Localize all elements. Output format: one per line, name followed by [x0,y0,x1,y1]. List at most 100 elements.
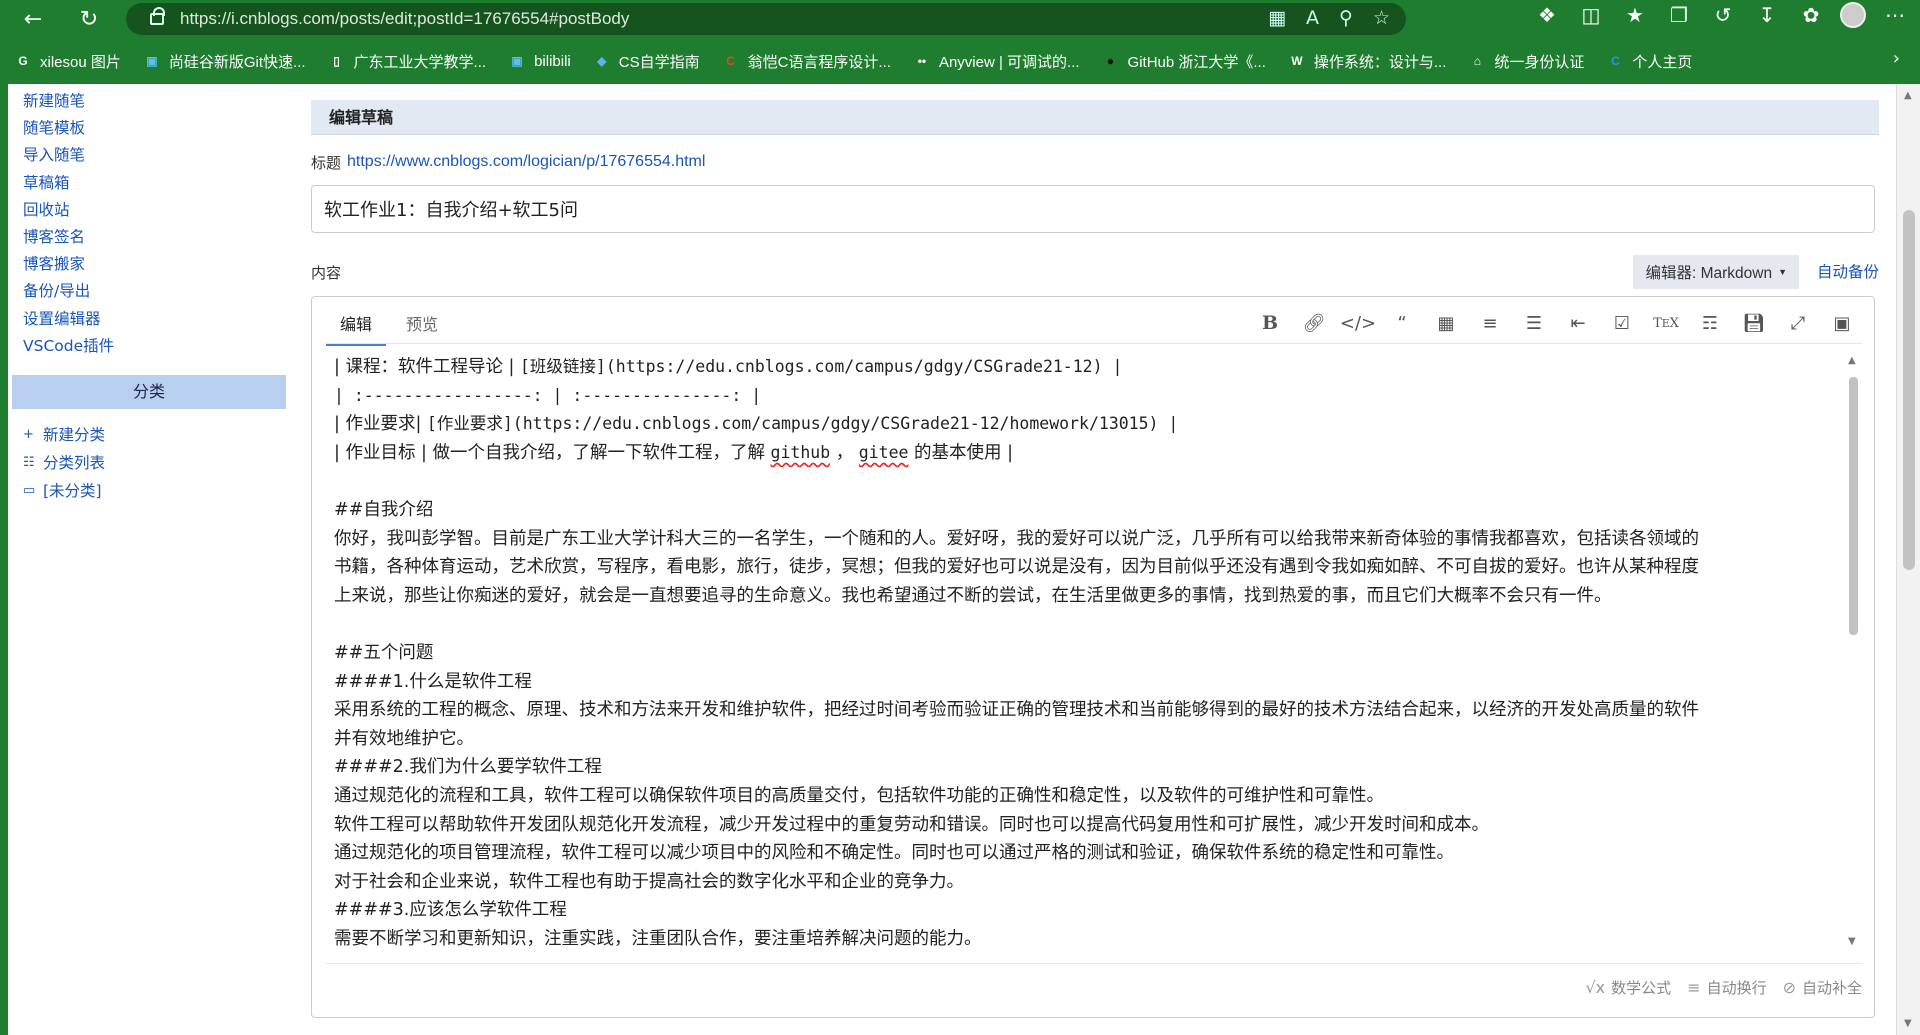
numbered-list-icon[interactable]: ☰ [1512,309,1556,337]
editor-textarea[interactable]: | 课程：软件工程导论 | [班级链接](https://edu.cnblogs… [334,353,1824,951]
favorites-icon[interactable]: ★ [1620,3,1650,27]
autocomplete-toggle[interactable]: ⊘ 自动补全 [1783,977,1862,998]
category-item-label: 分类列表 [43,453,106,472]
split-screen-icon[interactable]: ◫ [1576,3,1606,27]
bookmark-item[interactable]: C 个人主页 [1606,51,1692,72]
c-swirl-icon: C [1611,54,1620,68]
address-bar[interactable]: https://i.cnblogs.com/posts/edit;postId=… [126,3,1406,35]
title-input[interactable]: 软工作业1：自我介绍+软工5问 [311,185,1875,233]
list-icon: ☷ [23,454,35,470]
content-row: 内容 编辑器: Markdown ▼ 自动备份 [311,255,1879,289]
sidebar-item[interactable]: 草稿箱 [12,170,286,197]
c-logo-icon: C [726,54,735,68]
scroll-up-icon[interactable]: ▲ [1848,355,1856,366]
title-input-value: 软工作业1：自我介绍+软工5问 [324,200,578,221]
apps-icon[interactable]: ▦ [1268,7,1286,29]
collections-icon[interactable]: ❐ [1664,3,1694,27]
cube-icon: ◆ [597,54,607,68]
category-header: 分类 [12,374,286,409]
text-line: 你好，我叫彭学智。目前是广东工业大学计科大三的一名学生，一个随和的人。爱好呀，我… [334,528,1699,549]
post-link[interactable]: https://www.cnblogs.com/logician/p/17676… [347,153,705,171]
table-icon[interactable]: ▦ [1424,309,1468,337]
indent-icon[interactable]: ⇤ [1556,309,1600,337]
bookmark-item[interactable]: W 操作系统：设计与... [1288,51,1446,72]
image-icon[interactable]: ▣ [1820,309,1864,337]
text-line: | :-----------------: | :---------------… [334,385,762,405]
checkbox-icon[interactable]: ☑ [1600,309,1644,337]
sidebar-item[interactable]: 备份/导出 [12,278,286,305]
scroll-down-icon[interactable]: ▼ [1904,1018,1912,1029]
favorite-star-icon[interactable]: ☆ [1373,7,1390,29]
category-item[interactable]: + 新建分类 [12,421,286,449]
extensions-icon[interactable]: ❖ [1532,3,1562,27]
link-icon[interactable]: 🔗︎ [1292,309,1336,337]
code-icon[interactable]: </> [1336,309,1380,337]
category-item[interactable]: ▭ [未分类] [12,477,286,505]
text-line: ####2.我们为什么要学软件工程 [334,757,602,778]
sidebar-item[interactable]: 回收站 [12,197,286,224]
word-wrap-toggle[interactable]: ≡ 自动换行 [1687,977,1766,998]
bookmark-label: bilibili [534,52,571,70]
tab-preview[interactable]: 预览 [392,307,452,346]
auto-backup-link[interactable]: 自动备份 [1817,255,1879,289]
dots-icon: •• [917,54,927,68]
bookmark-item[interactable]: ▣ bilibili [508,52,571,70]
bold-icon[interactable]: B [1248,309,1292,337]
history-icon[interactable]: ↺ [1708,3,1738,27]
sidebar-item[interactable]: 博客签名 [12,224,286,251]
performance-icon[interactable]: ✿ [1796,3,1826,27]
bilibili-tv-icon: ▣ [146,54,158,68]
text-line: 对于社会和企业来说，软件工程也有助于提高社会的数字化水平和企业的竞争力。 [334,871,964,892]
zoom-icon[interactable]: ⚲ [1339,7,1353,29]
avatar[interactable] [1840,2,1866,28]
scroll-thumb[interactable] [1903,210,1915,570]
back-arrow-icon[interactable]: ← [16,2,50,36]
autocomplete-off-icon: ⊘ [1782,978,1796,997]
text-line: 采用系统的工程的概念、原理、技术和方法来开发和维护软件，把经过时间考验而验证正确… [334,700,1699,721]
sidebar-item[interactable]: 博客搬家 [12,251,286,278]
bookmark-label: xilesou 图片 [40,53,121,71]
bookmark-item[interactable]: ● GitHub 浙江大学《... [1102,51,1266,72]
bookmark-item[interactable]: ⌂ 统一身份认证 [1468,51,1585,72]
editor-scrollbar[interactable]: ▲ ▼ [1846,355,1860,947]
quote-icon[interactable]: “ [1380,309,1424,337]
refresh-icon[interactable]: ↻ [72,2,106,36]
more-menu-icon[interactable]: ⋯ [1880,3,1910,27]
bookmark-item[interactable]: ▯ 广东工业大学教学... [328,51,486,72]
scroll-down-icon[interactable]: ▼ [1848,936,1856,947]
bookmark-item[interactable]: Gxilesou 图片 [14,51,121,72]
caret-down-icon: ▼ [1778,267,1787,277]
math-formula-toggle[interactable]: √x 数学公式 [1585,977,1671,998]
toc-icon[interactable]: ☶ [1688,309,1732,337]
sidebar-item[interactable]: 设置编辑器 [12,306,286,333]
sidebar-item[interactable]: 新建随笔 [12,88,286,115]
scroll-thumb[interactable] [1849,377,1858,635]
text-line: ##自我介绍 [334,499,434,520]
category-item-label: 新建分类 [43,425,106,444]
scroll-up-icon[interactable]: ▲ [1904,90,1912,101]
bookmark-item[interactable]: C 翁恺C语言程序设计... [722,51,891,72]
download-icon[interactable]: ↧ [1752,3,1782,27]
document-icon: ▯ [333,54,340,68]
editor-toolbar: B 🔗︎ </> “ ▦ ≡ ☰ ⇤ ☑ TEX ☶ 💾︎ ⤢ ▣ [1248,309,1864,337]
address-url: https://i.cnblogs.com/posts/edit;postId=… [180,9,630,28]
chevron-right-icon[interactable]: › [1893,48,1900,69]
page-scrollbar[interactable]: ▲ ▼ [1896,84,1920,1035]
window-frame [0,84,8,1035]
bookmark-item[interactable]: ◆ CS自学指南 [593,51,699,72]
bookmark-item[interactable]: ▣ 尚硅谷新版Git快速... [143,51,305,72]
read-aloud-icon[interactable]: A [1306,7,1319,29]
sidebar-item[interactable]: 导入随笔 [12,142,286,169]
category-item[interactable]: ☷ 分类列表 [12,449,286,477]
save-icon[interactable]: 💾︎ [1732,309,1776,337]
sidebar-item[interactable]: VSCode插件 [12,333,286,360]
folder-icon: ▭ [23,482,36,498]
tex-icon[interactable]: TEX [1644,309,1688,337]
bookmark-item[interactable]: •• Anyview | 可调试的... [913,51,1080,72]
fullscreen-icon[interactable]: ⤢ [1776,309,1820,337]
tab-edit[interactable]: 编辑 [326,307,387,346]
sidebar-item[interactable]: 随笔模板 [12,115,286,142]
bullet-list-icon[interactable]: ≡ [1468,309,1512,337]
editor-select[interactable]: 编辑器: Markdown ▼ [1633,255,1799,289]
